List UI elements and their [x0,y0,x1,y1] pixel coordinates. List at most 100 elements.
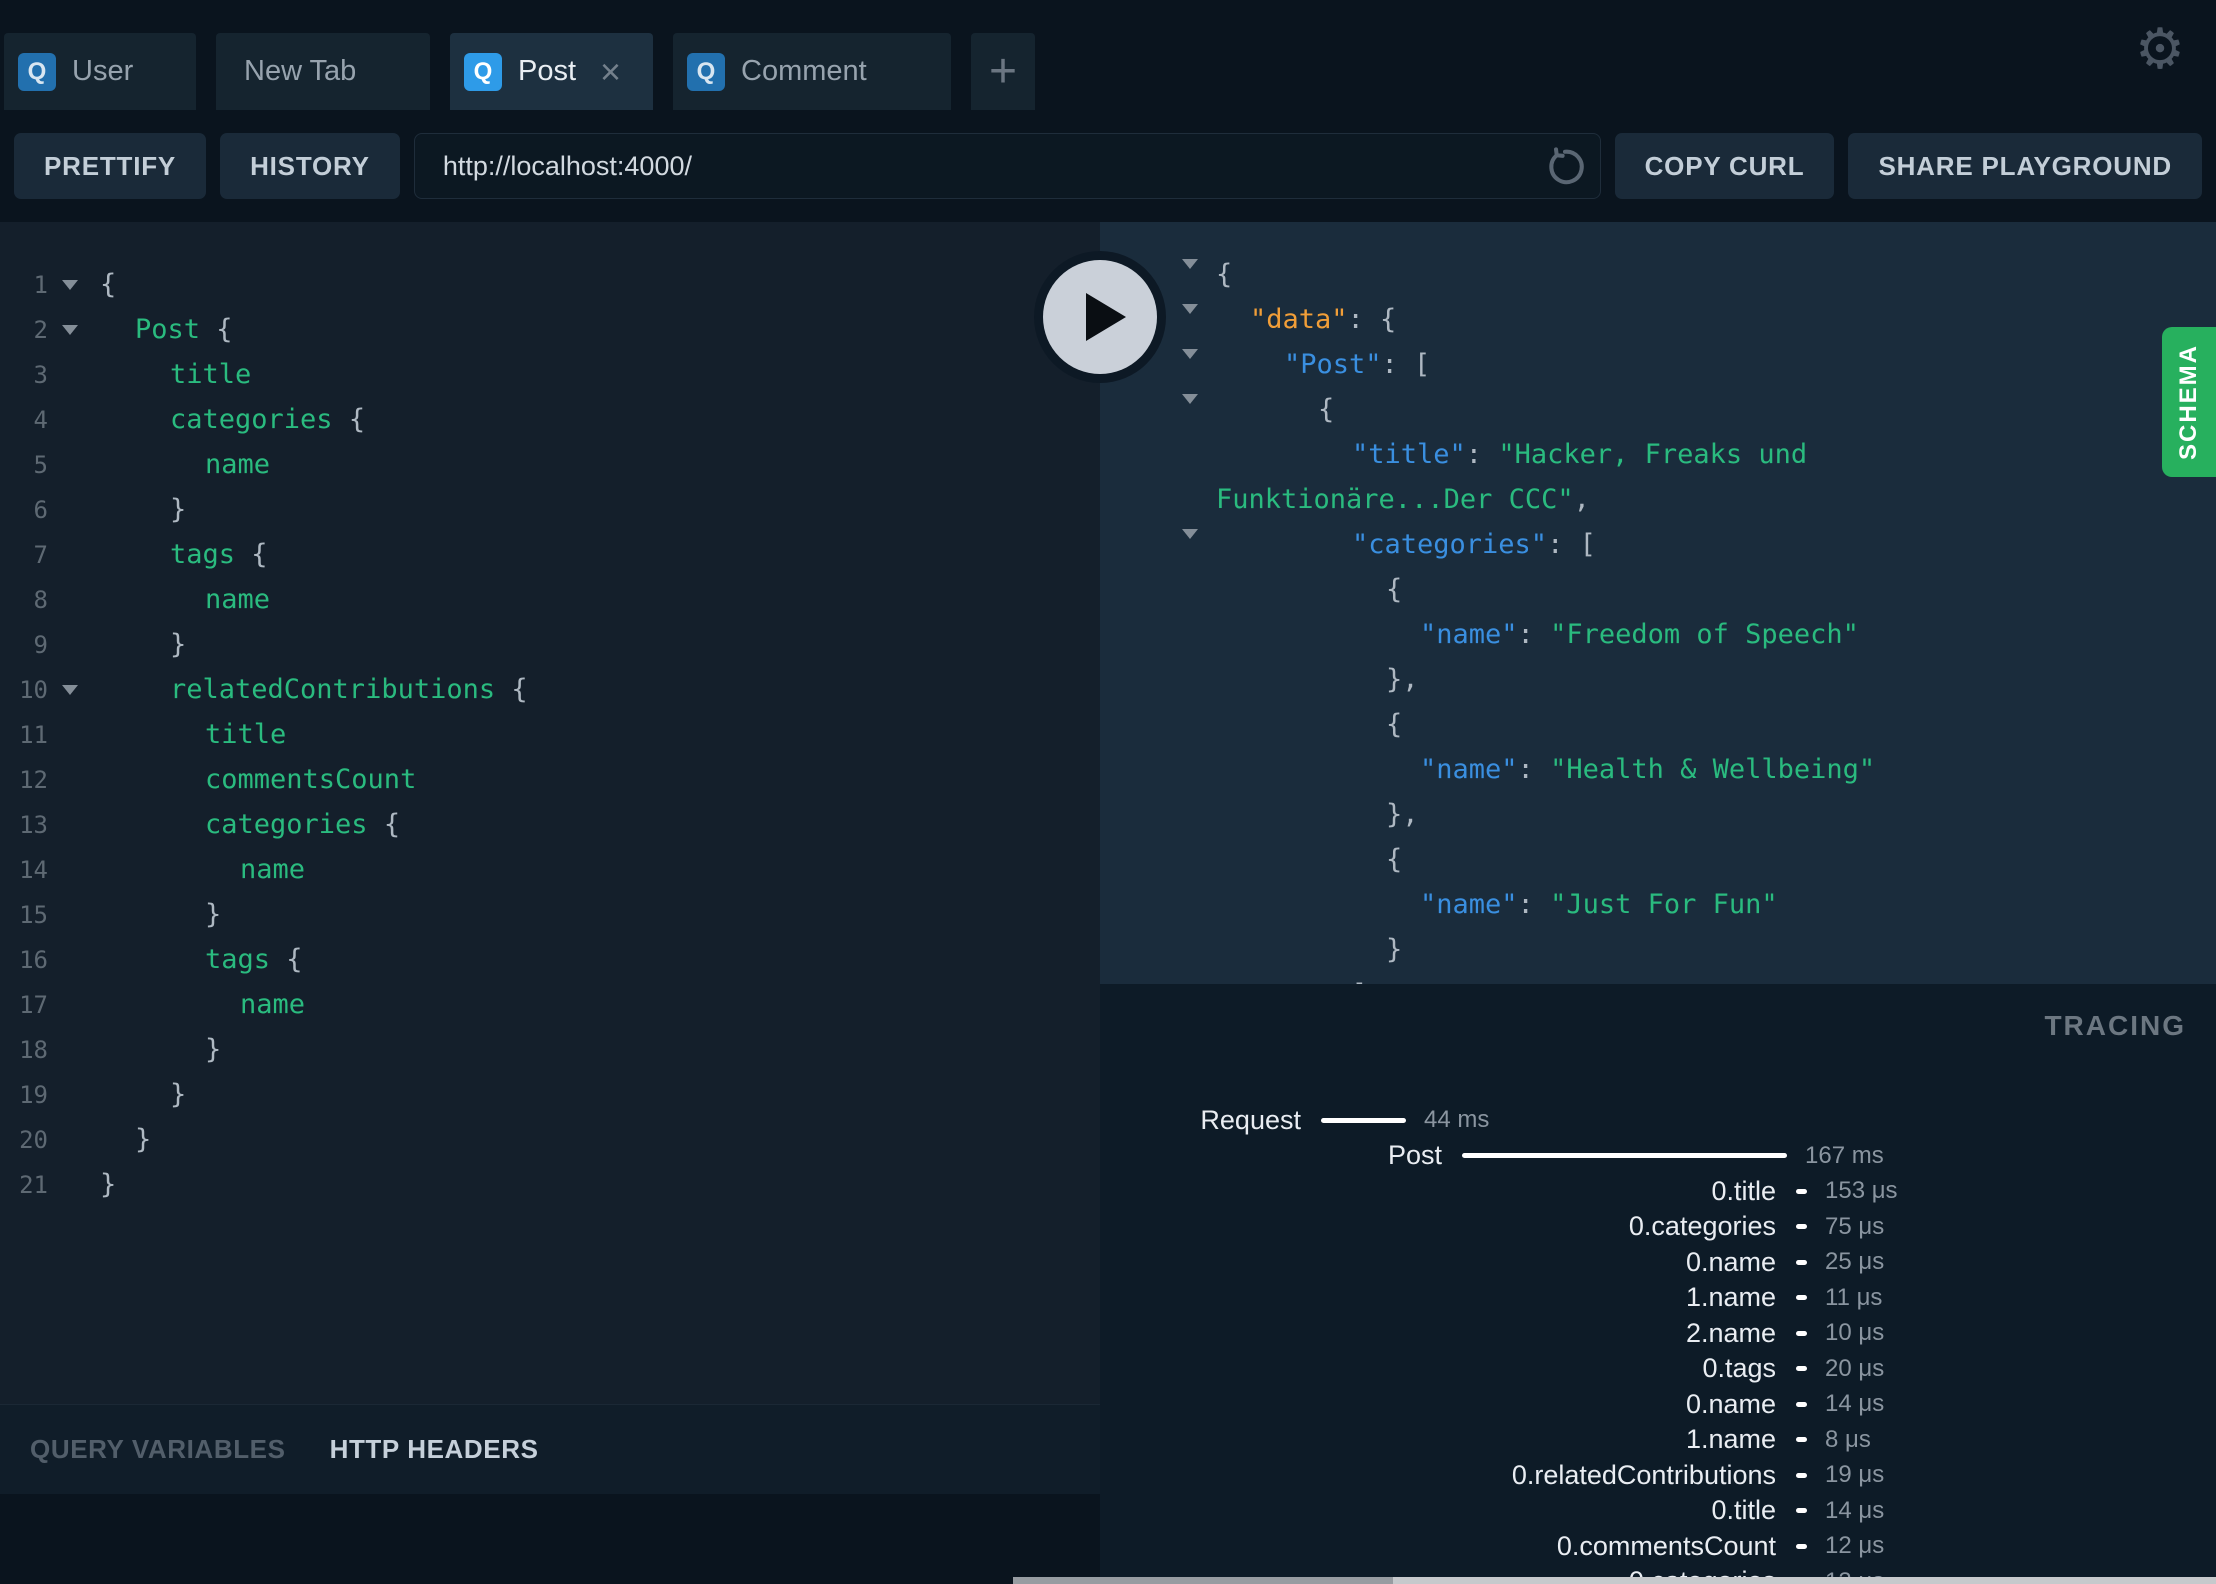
fold-arrow-icon[interactable] [1182,259,1198,300]
response-line: { [1100,387,2216,435]
endpoint-url-input[interactable] [414,150,1600,182]
query-variables-tab[interactable]: QUERY VARIABLES [30,1434,286,1465]
response-line: "title": "Hacker, Freaks und [1100,432,2216,477]
fold-arrow-icon[interactable] [1182,304,1198,345]
code-token: : [1465,439,1499,470]
code-text: categories { [92,404,365,435]
code-token: name [240,854,306,885]
tracing-row-value: 12 μs [1825,1532,1885,1559]
schema-sidebar-button[interactable]: SCHEMA [2162,327,2216,477]
settings-button[interactable]: ⚙ [2128,18,2192,82]
schema-button-label: SCHEMA [2175,343,2202,460]
triangle-glyph [1182,304,1198,345]
code-token: { [1216,259,1233,290]
code-token: : { [1347,304,1397,335]
response-line: "name": "Health & Wellbeing" [1100,747,2216,792]
execute-query-button[interactable] [1034,251,1166,383]
scrollbar-thumb[interactable] [1013,1577,1393,1584]
code-token: } [1386,934,1403,965]
response-line: { [1100,837,2216,882]
triangle-glyph [1182,259,1198,300]
tracing-row-value: 167 ms [1805,1141,1884,1169]
code-text: { [92,269,116,300]
tab-user[interactable]: Q User [4,33,196,110]
triangle-glyph [1182,394,1198,435]
code-text: tags { [92,944,303,975]
line-number: 13 [19,810,48,839]
tracing-row-value: 153 μs [1825,1177,1898,1204]
tracing-row-label: 2.name [1685,1317,1776,1348]
code-text: } [92,1124,151,1155]
code-token: name [240,989,306,1020]
code-text: }, [1386,664,1419,695]
http-headers-tab[interactable]: HTTP HEADERS [330,1434,539,1465]
reload-schema-button[interactable] [1542,144,1588,190]
history-button[interactable]: HISTORY [220,133,400,199]
tab-label: Comment [741,55,867,87]
code-token: "title" [1352,439,1466,470]
line-number: 6 [33,495,48,524]
code-text: } [92,1034,221,1065]
tracing-row: 0.title 14 μs [1100,1495,2216,1527]
editor-line: 21} [0,1162,1100,1207]
code-token: : [ [1547,529,1596,560]
code-text: "title": "Hacker, Freaks und [1352,439,1807,470]
query-editor-pane: 1{2 Post {3 title 4 categories {5 name 6} 7 tags… [0,222,1100,1494]
code-text: "Post": [ [1284,349,1430,380]
response-line: Funktionäre...Der CCC", [1100,477,2216,522]
tab-new-tab[interactable]: New Tab [216,33,430,110]
code-text: "name": "Freedom of Speech" [1420,619,1859,650]
share-playground-button[interactable]: SHARE PLAYGROUND [1848,133,2202,199]
prettify-button[interactable]: PRETTIFY [14,133,207,199]
fold-arrow-icon[interactable] [48,684,92,695]
tracing-duration-bar [1796,1401,1807,1407]
copy-curl-button[interactable]: COPY CURL [1614,133,1835,199]
code-text: "data": { [1250,304,1396,335]
code-token: "Hacker, Freaks und [1498,439,1808,470]
line-number: 19 [19,1080,48,1109]
code-token: title [205,719,287,750]
tab-comment[interactable]: Q Comment [673,33,951,110]
tracing-row-value: 14 μs [1825,1496,1885,1524]
add-tab-button[interactable]: + [971,33,1035,110]
code-token: tags [170,539,236,570]
code-text: tags { [92,539,268,570]
horizontal-scrollbar[interactable] [1013,1577,2216,1584]
fold-arrow-icon[interactable] [1182,529,1198,570]
code-token: "Freedom of Speech" [1550,619,1859,650]
editor-line: 19} [0,1072,1100,1117]
editor-line: 8 name [0,577,1100,622]
query-editor[interactable]: 1{2 Post {3 title 4 categories {5 name 6} 7 tags… [0,222,1100,1404]
fold-arrow-icon[interactable] [1182,349,1198,390]
code-token: Funktionäre...Der CCC" [1216,484,1574,515]
line-number: 20 [19,1125,48,1154]
code-text: "name": "Health & Wellbeing" [1420,754,1875,785]
close-tab-icon[interactable]: × [600,53,621,90]
tab-post[interactable]: Q Post × [450,33,653,110]
code-text: } [92,1079,186,1110]
triangle-glyph [62,279,78,290]
fold-arrow-icon[interactable] [48,279,92,290]
tracing-row: 0.relatedContributions 19 μs [1100,1459,2216,1491]
tracing-row-value: 75 μs [1825,1212,1885,1240]
fold-arrow-icon[interactable] [1182,394,1198,435]
tracing-row-value: 14 μs [1825,1390,1885,1417]
code-token: "Health & Wellbeing" [1550,754,1876,785]
line-number: 12 [19,765,48,794]
fold-arrow-icon[interactable] [48,324,92,335]
code-token: { [100,269,117,300]
editor-line: 16 tags { [0,937,1100,982]
code-token: }, [1386,664,1419,695]
code-token: "Post" [1284,349,1382,380]
tab-label: Post [518,55,577,87]
code-text: title [92,359,251,390]
code-text: name [92,584,270,615]
tracing-row: 1.name 11 μs [1100,1282,2216,1314]
tab-label: User [72,55,134,87]
editor-line: 3 title [0,352,1100,397]
tracing-row-value: 10 μs [1825,1319,1885,1346]
editor-line: 4 categories { [0,397,1100,442]
code-token: { [1386,574,1403,605]
code-token: } [100,1169,117,1200]
code-text: commentsCount [92,764,416,795]
